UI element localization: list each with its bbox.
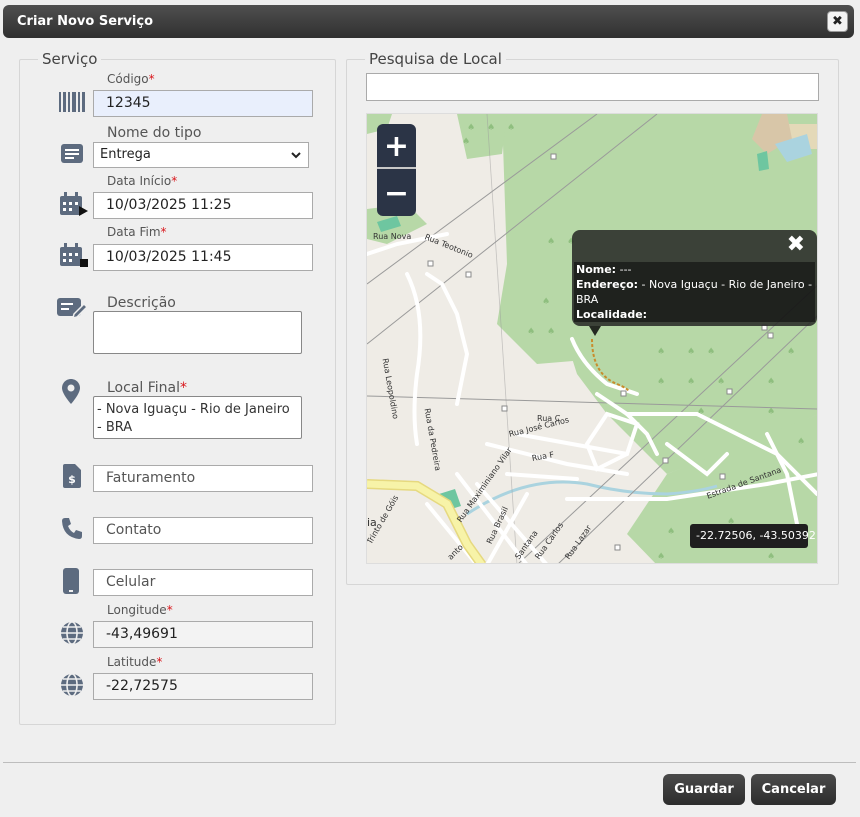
invoice-icon: $ (63, 464, 81, 488)
codigo-label: Código* (107, 72, 155, 86)
celular-input[interactable]: Celular (93, 569, 313, 596)
longitude-label: Longitude* (107, 603, 173, 617)
map-coordinates-readout: -22.72506, -43.50392 (690, 524, 816, 548)
faturamento-input[interactable]: Faturamento (93, 465, 313, 492)
street-label: Rua F (531, 450, 555, 463)
dialog-close-button[interactable]: ✖ (827, 11, 848, 32)
street-label: anto (445, 542, 465, 562)
street-label: Rua Nova (373, 232, 412, 241)
phone-icon (62, 518, 82, 539)
globe-icon (61, 621, 83, 645)
calendar-start-icon (60, 192, 88, 216)
zoom-out-button[interactable]: − (377, 171, 416, 216)
popup-close-button[interactable]: ✖ (787, 232, 805, 257)
data-fim-input[interactable]: 10/03/2025 11:45 (93, 244, 313, 271)
map-info-popup: ✖ Nome: --- Endereço: - Nova Iguaçu - Ri… (572, 230, 817, 336)
data-inicio-label: Data Início* (107, 174, 178, 188)
descricao-textarea[interactable] (93, 311, 302, 354)
chevron-down-icon (291, 152, 301, 159)
popup-pointer (589, 326, 601, 336)
zoom-in-button[interactable]: + (377, 124, 416, 169)
street-label: Rua Lazar (563, 523, 594, 562)
codigo-input[interactable]: 12345 (93, 90, 313, 117)
faturamento-placeholder: Faturamento (106, 470, 196, 486)
map-pin-icon (62, 379, 80, 404)
barcode-icon (59, 92, 85, 112)
data-inicio-input[interactable]: 10/03/2025 11:25 (93, 192, 313, 219)
street-label: Rua C (537, 414, 561, 423)
street-label: Rua da Pedreira (422, 407, 443, 472)
local-final-textarea[interactable]: - Nova Iguaçu - Rio de Janeiro - BRA (93, 396, 302, 439)
servico-legend: Serviço (42, 50, 98, 68)
popup-nome-label: Nome: (576, 263, 617, 276)
map-street-labels: Rua Nova Rua Teotonio Rua Leopoldino Rua… (367, 114, 817, 563)
footer-divider (3, 762, 856, 763)
popup-localidade-label: Localidade: (576, 308, 648, 321)
dialog-title: Criar Novo Serviço (17, 14, 154, 29)
nome-tipo-select[interactable]: Entrega (93, 142, 309, 168)
latitude-label: Latitude* (107, 655, 163, 669)
map-zoom-control: + − (377, 124, 416, 216)
data-fim-label: Data Fim* (107, 225, 167, 239)
map-view[interactable]: ♠♠♠♠ ♠♠♠ ♠♠ ♠♠♠ ♠♠♠ ♠♠ ♠♠ ♠♠♠ ♠♠♠ Rua No… (366, 113, 818, 564)
location-search-input[interactable] (366, 73, 819, 101)
popup-endereco-label: Endereço: (576, 278, 639, 291)
popup-nome-value: --- (619, 263, 632, 276)
street-label: Rua Teotonio (423, 232, 475, 260)
create-service-dialog: Criar Novo Serviço ✖ Serviço Código* 123… (0, 0, 860, 817)
descricao-label: Descrição (107, 295, 176, 311)
list-card-icon (61, 144, 83, 163)
local-final-label: Local Final* (107, 380, 188, 396)
street-label: Rua Leopoldino (380, 357, 401, 420)
dialog-titlebar: Criar Novo Serviço ✖ (3, 5, 854, 38)
globe-icon (61, 673, 83, 697)
street-label: Estrada de Santana (705, 465, 783, 501)
contato-placeholder: Contato (106, 522, 162, 538)
svg-text:$: $ (68, 473, 76, 486)
street-label: Rua Carlos (533, 520, 566, 562)
save-button[interactable]: Guardar (663, 774, 745, 805)
pesquisa-legend: Pesquisa de Local (369, 50, 502, 68)
nome-tipo-selected: Entrega (100, 147, 151, 162)
nome-tipo-label: Nome do tipo (107, 125, 202, 141)
calendar-end-icon (60, 243, 88, 267)
celular-placeholder: Celular (106, 574, 156, 590)
popup-body: Nome: --- Endereço: - Nova Iguaçu - Rio … (574, 262, 815, 322)
contato-input[interactable]: Contato (93, 517, 313, 544)
edit-note-icon (57, 298, 87, 320)
street-label: Rua Brasil (484, 505, 510, 546)
street-label: ia (367, 516, 377, 529)
cancel-button[interactable]: Cancelar (751, 774, 836, 805)
mobile-phone-icon (63, 568, 79, 594)
latitude-input[interactable]: -22,72575 (93, 673, 313, 700)
longitude-input[interactable]: -43,49691 (93, 621, 313, 648)
